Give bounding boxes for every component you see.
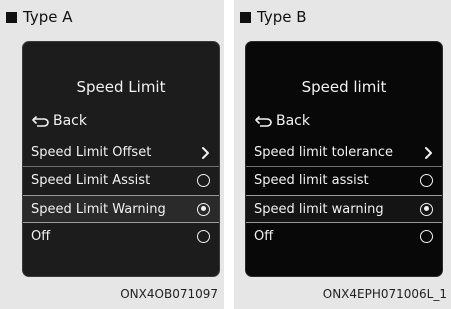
screen-title: Speed limit bbox=[301, 78, 387, 96]
menu-item-label: Off bbox=[254, 229, 274, 244]
square-bullet-icon bbox=[240, 11, 251, 23]
chevron-right-icon bbox=[425, 146, 432, 159]
radio-button-unchecked[interactable] bbox=[197, 230, 210, 243]
radio-button-checked[interactable] bbox=[420, 202, 433, 216]
square-bullet-icon bbox=[6, 11, 17, 23]
menu-item-label: Speed limit warning bbox=[254, 201, 384, 217]
image-caption: ONX4OB071097 bbox=[120, 287, 218, 301]
type-b-label-text: Type B bbox=[257, 8, 307, 26]
type-a-label: Type A bbox=[6, 8, 72, 26]
panel-type-a: Type A Speed Limit Back Speed Limit Offs… bbox=[0, 0, 224, 309]
panel-type-b: Type B Speed limit Back Speed limit tole… bbox=[234, 0, 451, 309]
image-caption: ONX4EPH071006L_1 bbox=[322, 287, 447, 301]
menu-item-label: Speed Limit Assist bbox=[31, 173, 151, 188]
menu-item-label: Speed Limit Warning bbox=[31, 201, 166, 217]
menu-item-speed-limit-assist[interactable]: Speed limit assist bbox=[246, 167, 442, 195]
menu-item-label: Speed limit assist bbox=[254, 173, 369, 188]
radio-button-checked[interactable] bbox=[197, 202, 210, 216]
menu-item-speed-limit-tolerance[interactable]: Speed limit tolerance bbox=[246, 139, 442, 167]
menu-item-speed-limit-offset[interactable]: Speed Limit Offset bbox=[23, 139, 219, 167]
menu-item-speed-limit-warning[interactable]: Speed Limit Warning bbox=[23, 195, 219, 223]
menu-item-off[interactable]: Off bbox=[23, 223, 219, 251]
screen-type-a: Speed Limit Back Speed Limit Offset Spee… bbox=[22, 41, 220, 277]
back-arrow-icon bbox=[32, 116, 49, 127]
type-a-label-text: Type A bbox=[23, 8, 73, 26]
menu-item-label: Speed limit tolerance bbox=[254, 145, 393, 160]
menu-item-label: Speed Limit Offset bbox=[31, 145, 152, 160]
back-arrow-icon bbox=[255, 116, 272, 127]
menu-list: Speed limit tolerance Speed limit assist… bbox=[246, 139, 442, 251]
screen-title: Speed Limit bbox=[76, 78, 166, 96]
menu-item-label: Off bbox=[31, 229, 51, 244]
back-button[interactable]: Back bbox=[32, 113, 87, 129]
type-b-label: Type B bbox=[240, 8, 307, 26]
radio-button-unchecked[interactable] bbox=[420, 230, 433, 243]
menu-item-speed-limit-assist[interactable]: Speed Limit Assist bbox=[23, 167, 219, 195]
menu-list: Speed Limit Offset Speed Limit Assist Sp… bbox=[23, 139, 219, 251]
menu-item-off[interactable]: Off bbox=[246, 223, 442, 251]
back-label: Back bbox=[276, 113, 310, 129]
menu-item-speed-limit-warning[interactable]: Speed limit warning bbox=[246, 195, 442, 223]
screen-type-b: Speed limit Back Speed limit tolerance S… bbox=[245, 41, 443, 277]
radio-button-unchecked[interactable] bbox=[420, 174, 433, 187]
radio-button-unchecked[interactable] bbox=[197, 174, 210, 187]
back-button[interactable]: Back bbox=[255, 113, 310, 129]
back-label: Back bbox=[53, 113, 87, 129]
chevron-right-icon bbox=[202, 146, 209, 159]
